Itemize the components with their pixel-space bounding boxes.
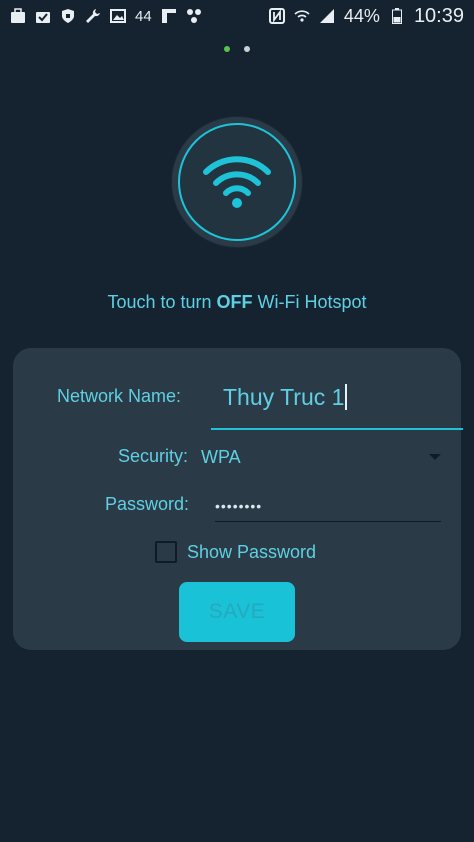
network-name-value: Thuy Truc 1 xyxy=(223,384,345,410)
network-name-input[interactable]: Thuy Truc 1 xyxy=(211,374,463,430)
notification-count: 44 xyxy=(135,7,152,25)
hint-state: OFF xyxy=(216,292,253,312)
status-right: 44% 10:39 xyxy=(268,4,464,28)
hotspot-settings-card: Network Name: Thuy Truc 1 Security: WPA … xyxy=(13,348,463,650)
flipboard-icon xyxy=(161,8,177,24)
battery-icon xyxy=(389,8,405,24)
clock-time: 10:39 xyxy=(413,4,464,27)
wifi-signal-icon xyxy=(294,8,310,24)
show-password-checkbox[interactable] xyxy=(155,541,177,563)
text-caret xyxy=(345,384,348,410)
security-dropdown[interactable]: WPA xyxy=(201,442,441,472)
password-input[interactable]: •••••••• xyxy=(215,494,441,522)
save-button[interactable]: SAVE xyxy=(179,582,295,642)
hotspot-toggle-button[interactable] xyxy=(172,117,302,247)
password-mask: •••••••• xyxy=(215,498,263,514)
wifi-icon xyxy=(202,152,272,213)
hotspot-toggle-ring xyxy=(178,123,296,241)
status-left: 44 xyxy=(10,8,202,25)
security-label: Security: xyxy=(118,446,189,466)
briefcase-check-icon xyxy=(35,8,51,24)
hint-suffix: Wi-Fi Hotspot xyxy=(252,292,367,312)
status-bar: 44 44% 10:39 xyxy=(0,0,474,32)
page-indicator xyxy=(0,46,474,52)
dropdown-arrow-icon xyxy=(429,454,441,460)
image-icon xyxy=(110,8,126,24)
network-icon xyxy=(186,8,202,24)
show-password-row[interactable]: Show Password xyxy=(155,541,316,563)
briefcase-icon xyxy=(10,8,26,24)
network-name-label: Network Name: xyxy=(57,386,182,406)
page-dot-active xyxy=(224,46,230,52)
page-dot xyxy=(244,46,250,52)
password-label: Password: xyxy=(105,494,190,514)
hotspot-hint: Touch to turn OFF Wi-Fi Hotspot xyxy=(0,292,474,313)
cell-signal-icon xyxy=(319,8,335,24)
battery-percent: 44% xyxy=(343,5,380,26)
shield-icon xyxy=(60,8,76,24)
show-password-label: Show Password xyxy=(187,541,317,562)
wrench-icon xyxy=(85,8,101,24)
security-value: WPA xyxy=(201,446,241,467)
hint-prefix: Touch to turn xyxy=(107,292,217,312)
nfc-icon xyxy=(268,8,285,24)
